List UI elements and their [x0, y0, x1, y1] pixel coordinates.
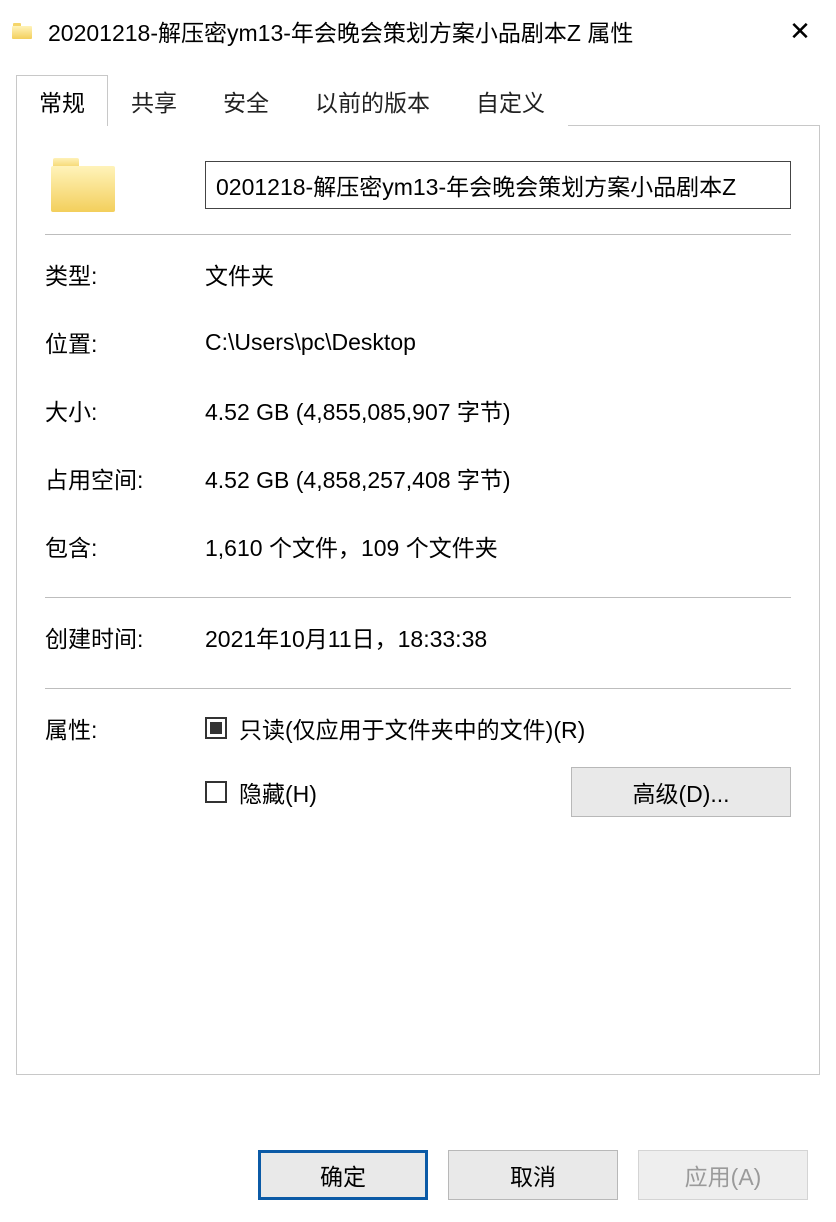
tab-strip: 常规 共享 安全 以前的版本 自定义 — [16, 74, 820, 125]
location-label: 位置: — [45, 325, 205, 359]
size-on-disk-value: 4.52 GB (4,858,257,408 字节) — [205, 461, 791, 495]
window-title: 20201218-解压密ym13-年会晚会策划方案小品剧本Z 属性 — [40, 14, 780, 48]
readonly-label: 只读(仅应用于文件夹中的文件)(R) — [239, 711, 585, 745]
location-value: C:\Users\pc\Desktop — [205, 329, 791, 356]
size-label: 大小: — [45, 393, 205, 427]
folder-icon-large — [45, 158, 205, 212]
type-label: 类型: — [45, 257, 205, 291]
created-label: 创建时间: — [45, 620, 205, 654]
contains-value: 1,610 个文件，109 个文件夹 — [205, 529, 791, 563]
titlebar: 20201218-解压密ym13-年会晚会策划方案小品剧本Z 属性 ✕ — [0, 0, 836, 62]
dialog-footer: 确定 取消 应用(A) — [258, 1150, 808, 1200]
cancel-button[interactable]: 取消 — [448, 1150, 618, 1200]
folder-icon — [12, 23, 40, 39]
divider — [45, 234, 791, 235]
tab-security[interactable]: 安全 — [200, 75, 292, 126]
divider — [45, 597, 791, 598]
size-on-disk-label: 占用空间: — [45, 461, 205, 495]
hidden-checkbox[interactable] — [205, 781, 227, 803]
contains-label: 包含: — [45, 529, 205, 563]
readonly-checkbox[interactable] — [205, 717, 227, 739]
created-value: 2021年10月11日，18:33:38 — [205, 620, 791, 654]
apply-button[interactable]: 应用(A) — [638, 1150, 808, 1200]
size-value: 4.52 GB (4,855,085,907 字节) — [205, 393, 791, 427]
folder-name-input[interactable] — [205, 161, 791, 209]
close-icon[interactable]: ✕ — [780, 18, 820, 44]
attributes-label: 属性: — [45, 711, 205, 745]
tab-general[interactable]: 常规 — [16, 75, 108, 126]
general-panel: 类型: 文件夹 位置: C:\Users\pc\Desktop 大小: 4.52… — [16, 125, 820, 1075]
hidden-label: 隐藏(H) — [239, 775, 317, 809]
divider — [45, 688, 791, 689]
ok-button[interactable]: 确定 — [258, 1150, 428, 1200]
type-value: 文件夹 — [205, 257, 791, 291]
advanced-button[interactable]: 高级(D)... — [571, 767, 791, 817]
tab-sharing[interactable]: 共享 — [108, 75, 200, 126]
tab-previous-versions[interactable]: 以前的版本 — [292, 75, 453, 126]
tab-custom[interactable]: 自定义 — [453, 75, 568, 126]
